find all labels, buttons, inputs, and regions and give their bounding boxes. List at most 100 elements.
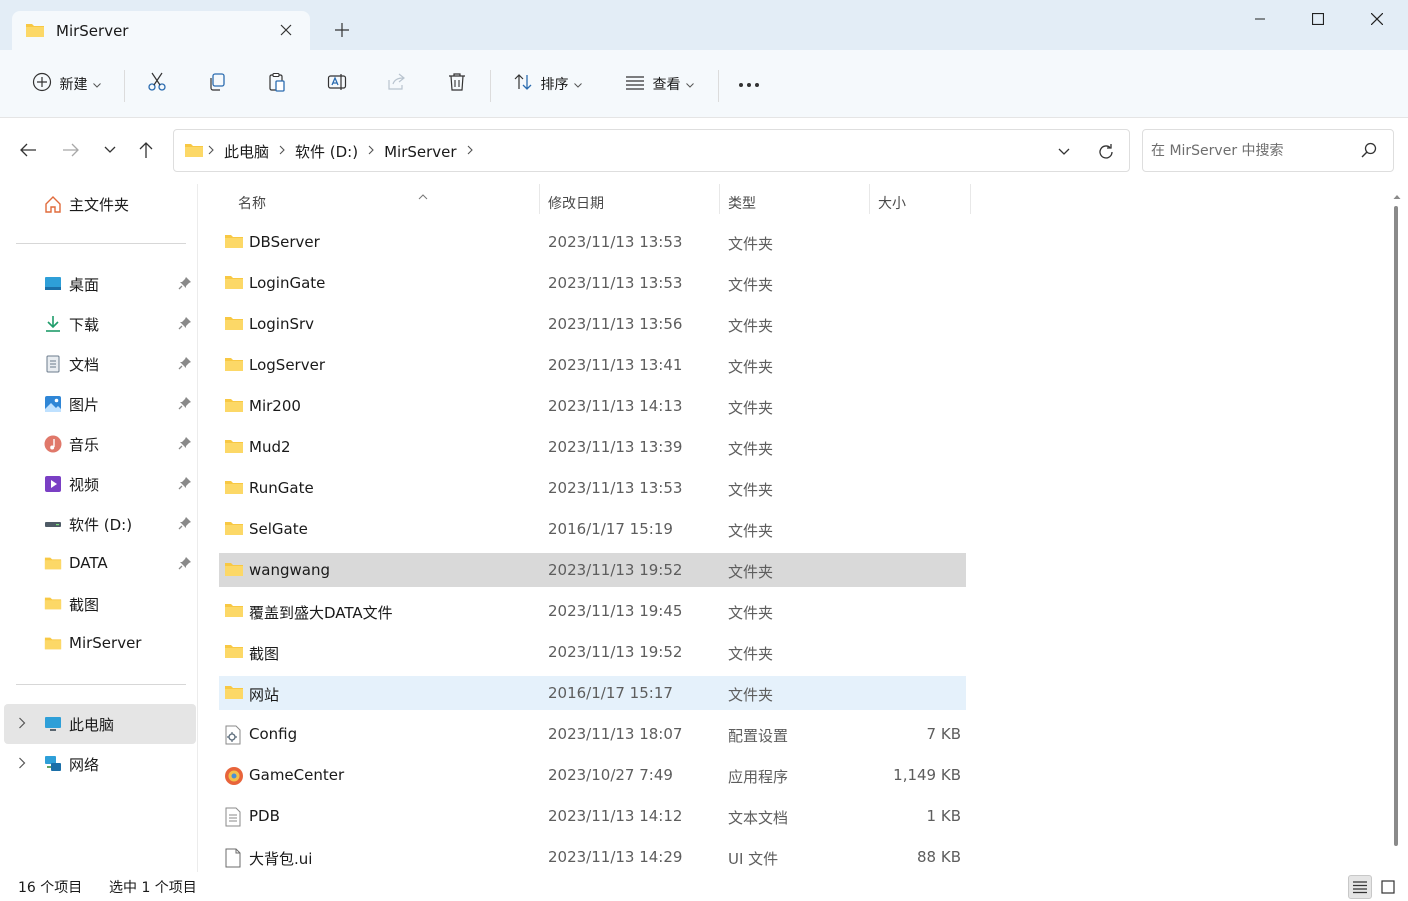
column-divider[interactable] bbox=[539, 184, 540, 214]
file-row[interactable]: 网站 2016/1/17 15:17 文件夹 bbox=[219, 676, 966, 710]
search-box[interactable] bbox=[1142, 129, 1394, 172]
breadcrumb-this-pc[interactable]: 此电脑 bbox=[224, 141, 269, 162]
file-row[interactable]: SelGate 2016/1/17 15:19 文件夹 bbox=[219, 512, 966, 546]
pin-icon bbox=[178, 476, 192, 494]
file-row[interactable]: DBServer 2023/11/13 13:53 文件夹 bbox=[219, 225, 966, 259]
sidebar-item-pictures[interactable]: 图片 bbox=[4, 384, 196, 424]
sort-button[interactable]: 排序 bbox=[504, 66, 590, 102]
view-button[interactable]: 查看 bbox=[616, 66, 702, 102]
sidebar-item-home[interactable]: 主文件夹 bbox=[4, 184, 196, 224]
column-header-type[interactable]: 类型 bbox=[728, 188, 868, 218]
vertical-scrollbar[interactable] bbox=[1390, 184, 1408, 872]
up-button[interactable] bbox=[132, 136, 160, 164]
sidebar-item-mirserver[interactable]: MirServer bbox=[4, 624, 196, 664]
sidebar-item-network[interactable]: 网络 bbox=[4, 744, 196, 784]
chevron-down-icon bbox=[573, 76, 582, 92]
toolbar-divider bbox=[718, 70, 719, 102]
paste-button[interactable] bbox=[260, 66, 294, 102]
sidebar-item-screenshots[interactable]: 截图 bbox=[4, 584, 196, 624]
sidebar-item-this-pc[interactable]: 此电脑 bbox=[4, 704, 196, 744]
file-row[interactable]: 截图 2023/11/13 19:52 文件夹 bbox=[219, 635, 966, 669]
address-history-dropdown[interactable] bbox=[1052, 140, 1076, 164]
copy-button[interactable] bbox=[200, 66, 234, 102]
tab-mirserver[interactable]: MirServer bbox=[12, 11, 310, 50]
file-row[interactable]: LogServer 2023/11/13 13:41 文件夹 bbox=[219, 348, 966, 382]
sidebar-item-label: 此电脑 bbox=[69, 716, 115, 734]
view-label: 查看 bbox=[652, 77, 681, 93]
delete-button[interactable] bbox=[440, 66, 474, 102]
sidebar-item-data[interactable]: DATA bbox=[4, 544, 196, 584]
new-tab-button[interactable] bbox=[330, 18, 354, 42]
sidebar-item-label: 主文件夹 bbox=[69, 196, 130, 214]
file-row[interactable]: 覆盖到盛大DATA文件 2023/11/13 19:45 文件夹 bbox=[219, 594, 966, 628]
more-options-button[interactable] bbox=[732, 66, 766, 102]
address-bar[interactable]: 此电脑 软件 (D:) MirServer bbox=[173, 129, 1130, 172]
file-row[interactable]: Config 2023/11/13 18:07 配置设置 7 KB bbox=[219, 717, 966, 751]
maximize-button[interactable] bbox=[1289, 0, 1347, 38]
sort-ascending-icon bbox=[418, 188, 428, 204]
file-date: 2023/11/13 13:56 bbox=[548, 315, 683, 333]
file-row[interactable]: Mir200 2023/11/13 14:13 文件夹 bbox=[219, 389, 966, 423]
file-date: 2023/11/13 19:52 bbox=[548, 561, 683, 579]
breadcrumb: 此电脑 软件 (D:) MirServer bbox=[184, 141, 477, 162]
file-row[interactable]: GameCenter 2023/10/27 7:49 应用程序 1,149 KB bbox=[219, 758, 966, 792]
column-divider[interactable] bbox=[869, 184, 870, 214]
sidebar-item-downloads[interactable]: 下载 bbox=[4, 304, 196, 344]
chevron-right-icon[interactable] bbox=[18, 717, 26, 733]
file-row[interactable]: RunGate 2023/11/13 13:53 文件夹 bbox=[219, 471, 966, 505]
command-bar: 新建 排序 查看 bbox=[0, 50, 1408, 118]
minimize-button[interactable] bbox=[1231, 0, 1289, 38]
details-view-button[interactable] bbox=[1348, 875, 1372, 899]
file-row[interactable]: 大背包.ui 2023/11/13 14:29 UI 文件 88 KB bbox=[219, 840, 966, 874]
search-icon[interactable] bbox=[1361, 142, 1377, 162]
column-header-size[interactable]: 大小 bbox=[878, 188, 968, 218]
file-date: 2023/11/13 14:13 bbox=[548, 397, 683, 415]
sidebar-item-videos[interactable]: 视频 bbox=[4, 464, 196, 504]
close-window-button[interactable] bbox=[1348, 0, 1406, 38]
sidebar-item-label: 音乐 bbox=[69, 436, 100, 454]
search-input[interactable] bbox=[1151, 140, 1351, 162]
sidebar-item-drive-d[interactable]: 软件 (D:) bbox=[4, 504, 196, 544]
sidebar-item-label: 下载 bbox=[69, 316, 100, 334]
file-row[interactable]: Mud2 2023/11/13 13:39 文件夹 bbox=[219, 430, 966, 464]
desktop-icon bbox=[44, 275, 62, 293]
sidebar-item-documents[interactable]: 文档 bbox=[4, 344, 196, 384]
file-row[interactable]: PDB 2023/11/13 14:12 文本文档 1 KB bbox=[219, 799, 966, 833]
scrollbar-thumb[interactable] bbox=[1394, 206, 1398, 846]
music-icon bbox=[44, 435, 62, 453]
scroll-up-icon[interactable] bbox=[1393, 188, 1401, 204]
file-row[interactable]: LoginSrv 2023/11/13 13:56 文件夹 bbox=[219, 307, 966, 341]
recent-locations-button[interactable] bbox=[96, 136, 124, 164]
file-type: 文件夹 bbox=[728, 235, 774, 253]
sidebar-item-label: MirServer bbox=[69, 634, 142, 652]
sidebar-item-music[interactable]: 音乐 bbox=[4, 424, 196, 464]
document-icon bbox=[44, 355, 62, 373]
chevron-down-icon bbox=[92, 76, 101, 92]
plus-circle-icon bbox=[32, 72, 52, 96]
new-button[interactable]: 新建 bbox=[22, 66, 110, 102]
file-row[interactable]: LoginGate 2023/11/13 13:53 文件夹 bbox=[219, 266, 966, 300]
tiles-view-button[interactable] bbox=[1376, 875, 1400, 899]
file-row[interactable]: wangwang 2023/11/13 19:52 文件夹 bbox=[219, 553, 966, 587]
column-header-date[interactable]: 修改日期 bbox=[548, 188, 718, 218]
close-tab-icon[interactable] bbox=[276, 20, 296, 40]
cut-button[interactable] bbox=[140, 66, 174, 102]
share-button[interactable] bbox=[380, 66, 414, 102]
breadcrumb-drive-d[interactable]: 软件 (D:) bbox=[295, 141, 358, 162]
chevron-right-icon[interactable] bbox=[18, 757, 26, 773]
sidebar-item-label: 网络 bbox=[69, 756, 100, 774]
sidebar-item-desktop[interactable]: 桌面 bbox=[4, 264, 196, 304]
chevron-right-icon[interactable] bbox=[368, 145, 374, 158]
forward-button[interactable] bbox=[57, 136, 85, 164]
navigation-pane: 主文件夹 桌面 下载 文档 图片 音乐 视频 软件 (D:) DATA 截图 M… bbox=[0, 184, 198, 872]
chevron-right-icon[interactable] bbox=[467, 145, 473, 158]
column-divider[interactable] bbox=[970, 184, 971, 214]
rename-button[interactable] bbox=[320, 66, 354, 102]
column-divider[interactable] bbox=[719, 184, 720, 214]
breadcrumb-mirserver[interactable]: MirServer bbox=[384, 143, 456, 161]
refresh-icon[interactable] bbox=[1094, 140, 1118, 164]
column-header-name[interactable]: 名称 bbox=[238, 188, 538, 218]
chevron-right-icon[interactable] bbox=[279, 145, 285, 158]
file-date: 2023/11/13 14:12 bbox=[548, 807, 683, 825]
back-button[interactable] bbox=[14, 136, 42, 164]
